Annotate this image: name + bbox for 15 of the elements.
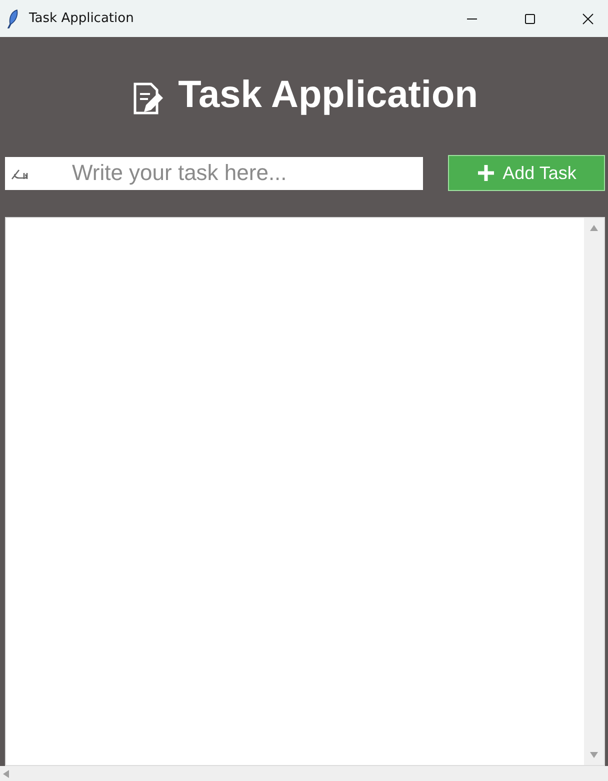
add-task-button[interactable]: Add Task — [448, 155, 605, 191]
vertical-scrollbar[interactable] — [584, 218, 604, 765]
scroll-left-icon[interactable] — [2, 768, 10, 778]
feather-icon — [7, 8, 19, 28]
app-title: Task Application — [178, 74, 478, 116]
window-title: Task Application — [29, 11, 134, 26]
task-list[interactable] — [5, 217, 605, 766]
plus-icon — [476, 164, 495, 182]
document-pencil-icon — [132, 82, 164, 116]
scroll-down-icon[interactable] — [589, 751, 599, 759]
horizontal-scrollbar[interactable] — [0, 766, 608, 781]
maximize-icon[interactable] — [524, 12, 536, 24]
scroll-up-icon[interactable] — [589, 224, 599, 232]
close-icon[interactable] — [582, 12, 594, 24]
task-input-field[interactable]: Write your task here... — [5, 156, 423, 190]
